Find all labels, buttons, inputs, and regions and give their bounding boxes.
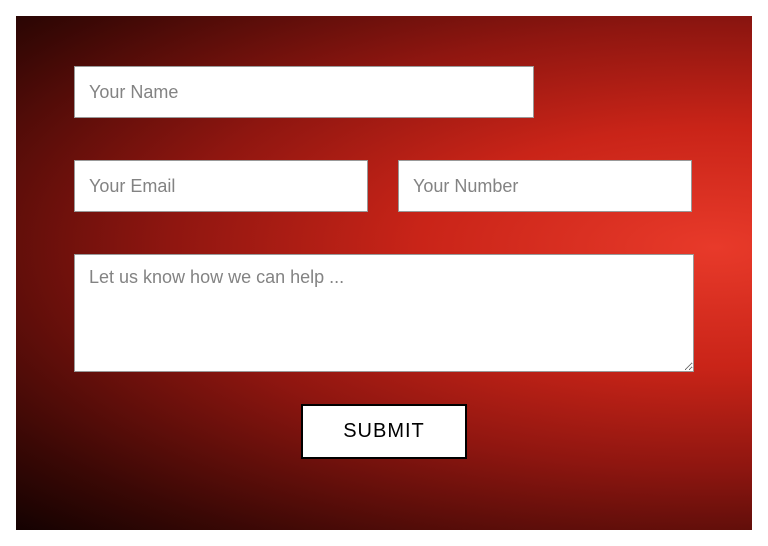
contact-form-panel: SUBMIT — [16, 16, 752, 530]
email-input[interactable] — [74, 160, 368, 212]
name-input[interactable] — [74, 66, 534, 118]
message-row — [74, 254, 694, 372]
submit-button[interactable]: SUBMIT — [301, 404, 467, 459]
contact-row — [74, 160, 694, 212]
number-input[interactable] — [398, 160, 692, 212]
submit-row: SUBMIT — [74, 404, 694, 459]
message-textarea[interactable] — [74, 254, 694, 372]
name-row — [74, 66, 694, 118]
